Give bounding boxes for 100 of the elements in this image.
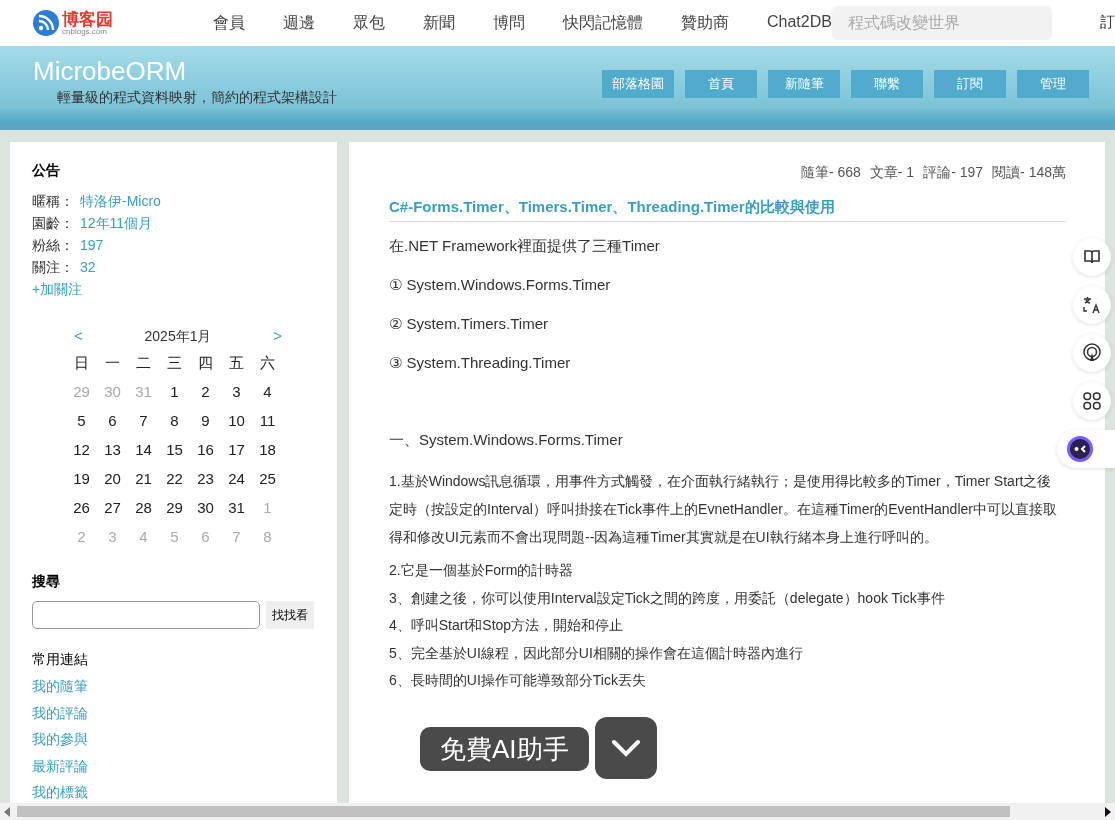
calendar-day: 25	[252, 464, 283, 493]
weekday-label: 二	[135, 353, 152, 373]
profile-label: 園齡：	[32, 214, 74, 233]
apps-icon[interactable]	[1083, 392, 1101, 410]
calendar-day: 15	[159, 435, 190, 464]
next-month-link[interactable]: >	[273, 324, 282, 348]
assistant-icon[interactable]	[1067, 436, 1093, 462]
calendar-day: 24	[221, 464, 252, 493]
blog-nav-button[interactable]: 訂閱	[934, 70, 1006, 98]
blog-nav-button[interactable]: 部落格園	[602, 70, 674, 98]
calendar-day: 7	[128, 406, 159, 435]
calendar-day: 26	[66, 493, 97, 522]
prev-month-link[interactable]: <	[74, 324, 83, 348]
chevron-icon	[610, 739, 641, 757]
follow-link[interactable]: +加關注	[32, 278, 83, 300]
quick-link[interactable]: 我的參與	[32, 726, 88, 753]
calendar-day: 4	[128, 522, 159, 551]
quick-link[interactable]: 最新評論	[32, 752, 88, 779]
scroll-right-icon[interactable]	[1103, 806, 1111, 817]
logo-subtext: cnblogs.com	[62, 27, 108, 36]
calendar-day: 3	[221, 377, 252, 406]
post-text: 5、完全基於UI線程，因此部分UI相關的操作會在這個計時器內進行	[389, 643, 804, 663]
profile-value[interactable]: 12年11個月	[80, 212, 153, 234]
weekday-label: 三	[166, 353, 183, 373]
blog-stat: 隨筆- 668	[800, 164, 861, 182]
calendar-day: 31	[221, 493, 252, 522]
blog-nav-button[interactable]: 管理	[1017, 70, 1089, 98]
blog-title[interactable]: MicrobeORM	[33, 55, 337, 87]
search-field[interactable]: 程式碼改變世界	[831, 6, 1052, 40]
post-text: 3、創建之後，你可以使用Interval設定Tick之間的跨度，用委託（delegate）hook Tick事件	[389, 588, 946, 608]
calendar-day: 22	[159, 464, 190, 493]
blog-nav-button[interactable]: 首頁	[685, 70, 757, 98]
weekday-label: 六	[259, 353, 276, 373]
nav-link[interactable]: 贊助商	[681, 12, 729, 34]
nav-link[interactable]: Chat2DB	[767, 12, 832, 34]
weekday-label: 一	[104, 353, 121, 373]
calendar-day: 7	[221, 522, 252, 551]
calendar-day: 1	[252, 493, 283, 522]
nav-link[interactable]: 新聞	[423, 12, 455, 34]
calendar-month: 2025年1月	[144, 327, 212, 346]
nav-link[interactable]: 會員	[213, 12, 245, 34]
post-text: 6、長時間的UI操作可能導致部分Tick丟失	[389, 671, 647, 690]
weekday-label: 五	[228, 353, 245, 373]
calendar-day: 18	[252, 435, 283, 464]
calendar-day: 2	[66, 522, 97, 551]
blog-nav-button[interactable]: 聯繫	[851, 70, 923, 98]
blog-nav-button[interactable]: 新隨筆	[768, 70, 840, 98]
section-heading: 常用連結	[32, 651, 88, 669]
calendar-day: 27	[97, 493, 128, 522]
nav-link[interactable]: 博問	[493, 12, 525, 34]
weekday-label: 四	[197, 353, 214, 373]
calendar-day: 14	[128, 435, 159, 464]
post-text: ① System.Windows.Forms.Timer	[389, 275, 612, 295]
nav-link[interactable]: 快閃記憶體	[563, 12, 643, 34]
nav-link[interactable]: 週邊	[283, 12, 315, 34]
calendar-day: 2	[190, 377, 221, 406]
nav-link[interactable]: 訂	[1100, 13, 1115, 32]
calendar-day: 29	[66, 377, 97, 406]
book-icon[interactable]	[1083, 248, 1101, 266]
profile-label: 關注：	[32, 258, 74, 277]
blog-stat: 閱讀- 148萬	[992, 164, 1066, 182]
calendar-day: 1	[159, 377, 190, 406]
translate-icon[interactable]	[1082, 295, 1102, 315]
broadcast-icon[interactable]	[1082, 343, 1102, 363]
post-text: 一、System.Windows.Forms.Timer	[389, 430, 624, 450]
logo-text[interactable]: 博客园	[62, 10, 113, 28]
calendar-day: 23	[190, 464, 221, 493]
collapse-button[interactable]	[594, 717, 657, 779]
section-heading: 搜尋	[32, 573, 60, 591]
post-text: 4、呼叫Start和Stop方法，開始和停止	[389, 616, 625, 635]
post-text: ② System.Timers.Timer	[389, 314, 549, 334]
calendar-day: 4	[252, 377, 283, 406]
ai-assistant-button[interactable]: 免費AI助手	[420, 727, 589, 771]
calendar-day: 5	[66, 406, 97, 435]
calendar-day: 9	[190, 406, 221, 435]
calendar-day: 30	[190, 493, 221, 522]
search-button[interactable]: 找找看	[266, 601, 314, 629]
quick-link[interactable]: 我的標籤	[32, 779, 88, 806]
calendar-day: 28	[128, 493, 159, 522]
blog-subtitle: 輕量級的程式資料映射，簡約的程式架構設計	[57, 88, 337, 107]
calendar-day: 30	[97, 377, 128, 406]
calendar-day: 6	[97, 406, 128, 435]
profile-value[interactable]: 特洛伊-Micro	[80, 190, 161, 212]
profile-value[interactable]: 197	[80, 234, 104, 256]
calendar-day: 10	[221, 406, 252, 435]
search-field[interactable]	[32, 601, 260, 629]
quick-link[interactable]: 我的評論	[32, 699, 88, 726]
scroll-left-icon[interactable]	[4, 806, 12, 817]
calendar-day: 17	[221, 435, 252, 464]
quick-link[interactable]: 我的隨筆	[32, 673, 88, 700]
blog-stat: 文章- 1	[869, 164, 915, 182]
profile-label: 粉絲：	[32, 236, 74, 255]
profile-value[interactable]: 32	[80, 256, 96, 278]
calendar-day: 8	[159, 406, 190, 435]
nav-link[interactable]: 眾包	[353, 12, 385, 34]
post-text: ③ System.Threading.Timer	[389, 353, 572, 373]
post-paragraph: 1.基於Windows訊息循環，用事件方式觸發，在介面執行緒執行；是使用得比較多的Timer，Timer Start之後定時（按設定的Interval）呼叫掛接在Tick事件上的EvnetHandler。在這種Timer的EventHandler中可以直接取得和修改UI元素而不會出現問題--因為這種Timer其實就是在UI執行緒本身上進行呼叫的。	[389, 472, 1058, 547]
calendar-day: 31	[128, 377, 159, 406]
horizontal-scrollbar[interactable]	[0, 803, 1115, 820]
post-title[interactable]: C#-Forms.Timer、Timers.Timer、Threading.Timer的比較與使用	[389, 198, 1066, 222]
